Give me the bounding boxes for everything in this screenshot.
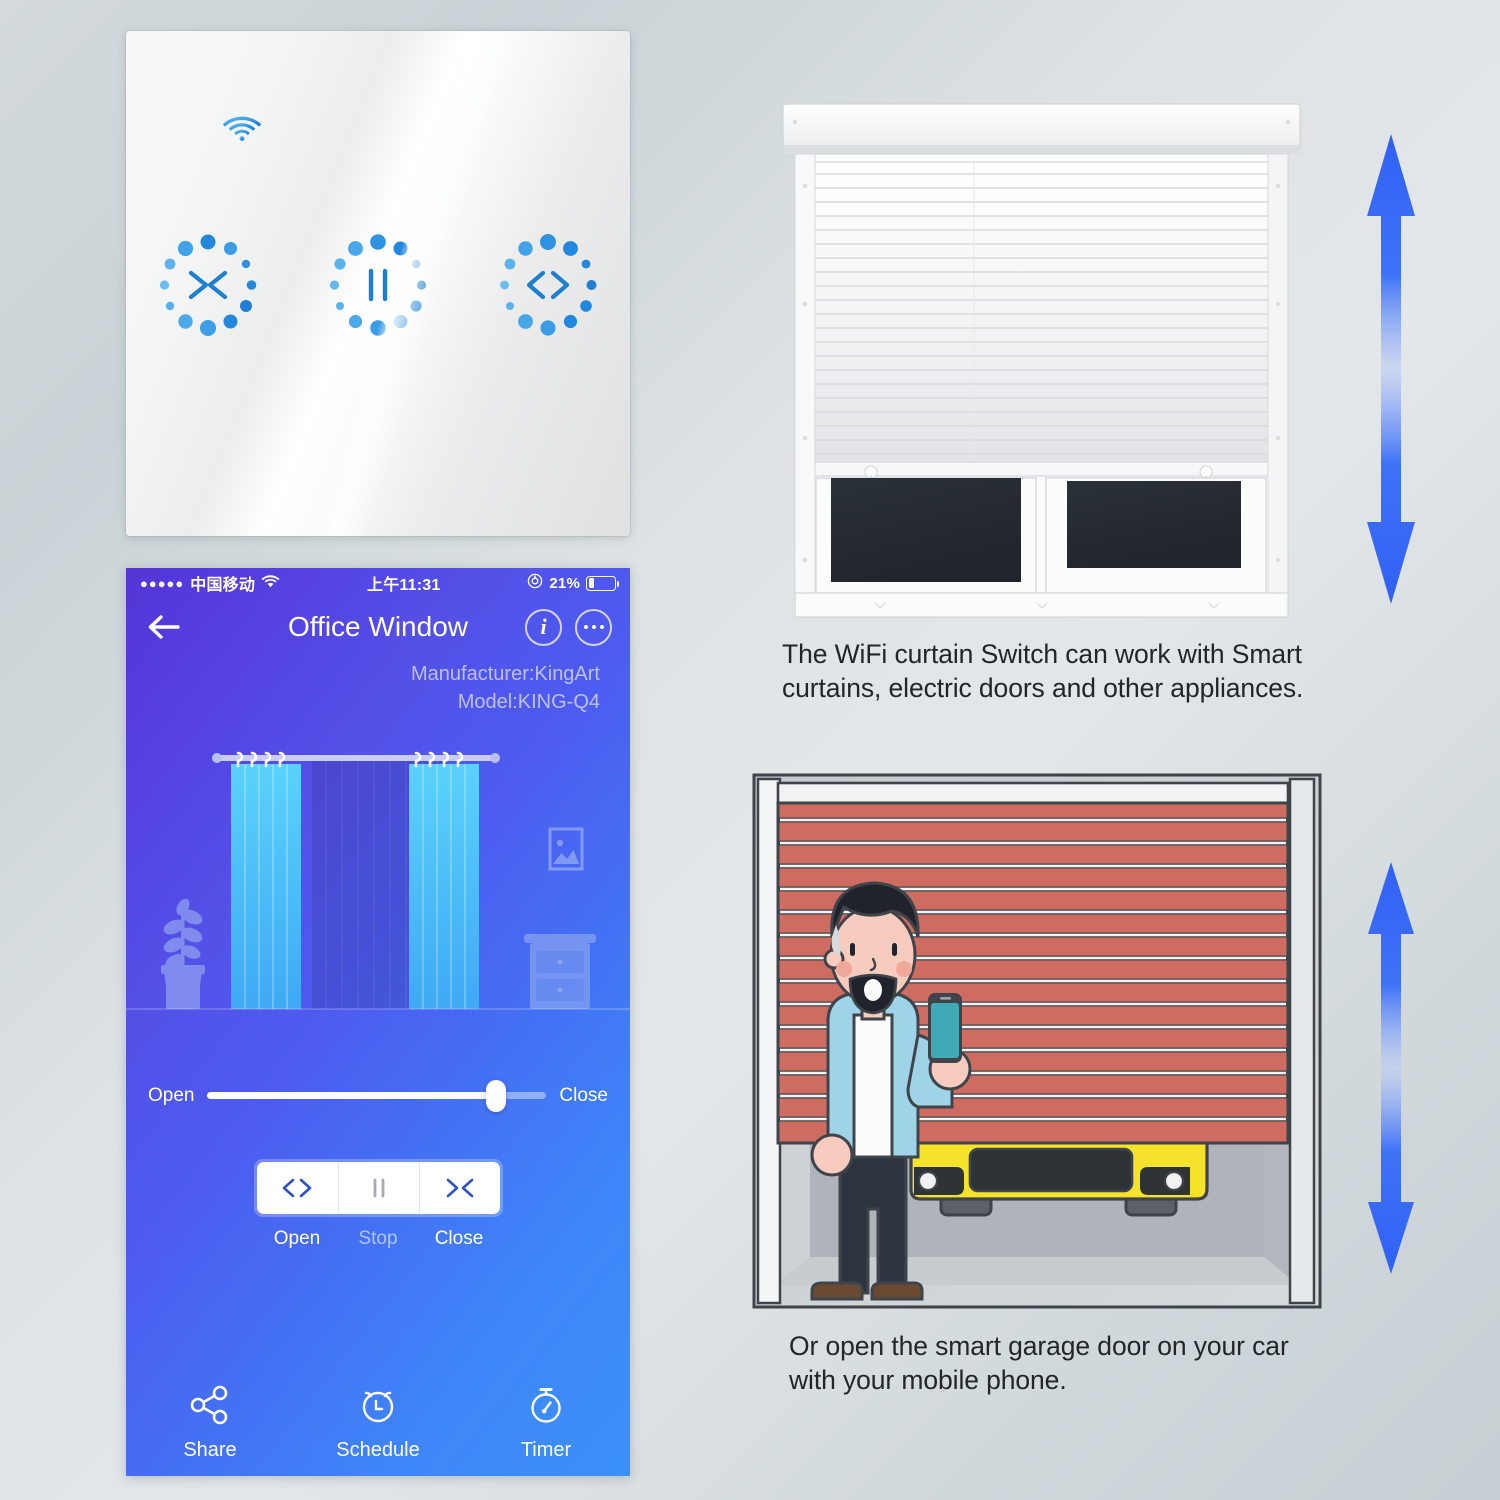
open-button-label: Open	[273, 1227, 321, 1249]
open-button[interactable]	[256, 1161, 338, 1214]
switch-touch-keys	[126, 231, 630, 339]
info-icon[interactable]: i	[525, 608, 562, 646]
more-dots-icon[interactable]	[575, 608, 612, 646]
bottom-toolbar: Share Schedule Timer	[126, 1381, 630, 1462]
battery-icon	[586, 575, 619, 591]
curtain-panel-left-icon	[231, 751, 301, 1009]
battery-percent-label: 21%	[549, 574, 580, 592]
device-meta-block: Manufacturer:KingArt Model:KING-Q4	[126, 656, 630, 717]
close-button-label: Close	[434, 1227, 484, 1249]
share-label: Share	[183, 1439, 237, 1461]
curtain-panel-right-icon	[409, 751, 479, 1009]
open-icon	[500, 234, 597, 336]
share-icon	[190, 1385, 228, 1425]
slider-handle[interactable]	[485, 1079, 506, 1112]
stop-button-label: Stop	[358, 1227, 398, 1249]
stop-icon	[329, 234, 427, 336]
stopwatch-icon	[531, 1388, 561, 1423]
rotation-lock-icon	[527, 573, 543, 593]
double-arrow-vertical-icon	[1352, 862, 1430, 1274]
back-arrow-icon[interactable]	[144, 610, 184, 644]
manufacturer-label: Manufacturer:KingArt	[411, 663, 600, 685]
nav-action-buttons: i	[525, 608, 612, 646]
potted-plant-icon	[161, 898, 205, 1009]
garage-illustration	[746, 767, 1328, 1315]
status-bar: ●●●●● 中国移动 上午11:31 21%	[126, 568, 630, 598]
open-icon	[282, 1178, 312, 1198]
switch-key-open[interactable]	[494, 231, 602, 339]
share-button[interactable]: Share	[126, 1381, 294, 1462]
slider-open-label: Open	[148, 1084, 195, 1106]
picture-frame-icon	[548, 827, 584, 871]
status-bar-left: ●●●●● 中国移动	[140, 571, 280, 595]
stop-button[interactable]	[337, 1161, 419, 1214]
close-button[interactable]	[418, 1161, 500, 1214]
wifi-icon	[261, 573, 280, 593]
timer-button[interactable]: Timer	[462, 1381, 630, 1462]
curtain-illustration	[126, 731, 630, 1051]
control-button-labels: Open Stop Close	[257, 1228, 500, 1250]
switch-key-stop[interactable]	[324, 231, 432, 339]
close-icon	[159, 234, 257, 336]
shutter-caption: The WiFi curtain Switch can work with Sm…	[782, 639, 1304, 703]
slider-fill	[207, 1092, 496, 1100]
status-bar-time: 上午11:31	[367, 577, 441, 594]
position-slider[interactable]: Open Close	[126, 1079, 630, 1112]
schedule-label: Schedule	[336, 1439, 420, 1461]
roller-shutter-window-illustration	[779, 98, 1304, 628]
alarm-clock-icon	[362, 1391, 394, 1423]
control-button-group	[253, 1158, 503, 1217]
curtain-controls: Open Stop Close	[126, 1158, 630, 1250]
stop-icon	[373, 1178, 384, 1198]
phone-app-screenshot: ●●●●● 中国移动 上午11:31 21% Office Window i M…	[126, 568, 630, 1476]
double-arrow-vertical-icon	[1349, 134, 1433, 604]
slider-track[interactable]	[207, 1079, 547, 1112]
switch-key-close[interactable]	[154, 231, 262, 339]
app-nav-bar: Office Window i	[126, 598, 630, 656]
model-label: Model:KING-Q4	[457, 691, 600, 714]
wifi-icon	[222, 111, 262, 143]
signal-strength-dots: ●●●●●	[140, 575, 185, 591]
carrier-name: 中国移动	[190, 577, 256, 594]
nightstand-icon	[524, 933, 596, 1009]
slider-close-label: Close	[559, 1084, 608, 1106]
schedule-button[interactable]: Schedule	[294, 1381, 462, 1462]
close-icon	[446, 1178, 473, 1198]
status-bar-right: 21%	[527, 573, 619, 593]
timer-label: Timer	[520, 1439, 572, 1461]
wall-switch-panel	[126, 31, 630, 536]
garage-caption: Or open the smart garage door on your ca…	[789, 1331, 1289, 1395]
